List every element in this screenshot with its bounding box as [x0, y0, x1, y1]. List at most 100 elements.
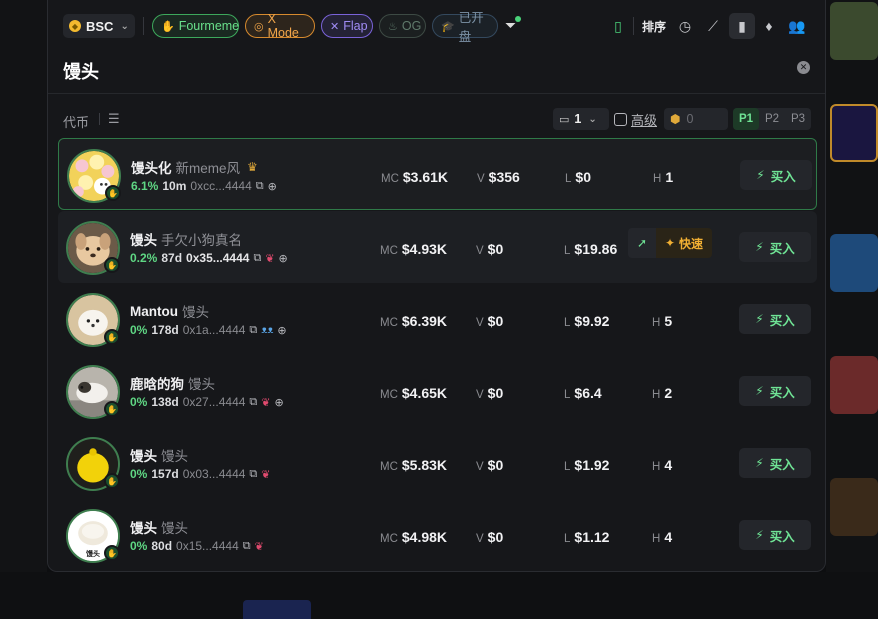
toolbar: ◆ BSC ⌄ ✋ Fourmeme ◎ X Mode ✕ Flap ♨ OG … — [48, 0, 825, 52]
feather-icon[interactable]: ❦ — [255, 540, 264, 553]
bolt-icon: ⚡ — [755, 528, 764, 542]
rocket-icon[interactable]: ➚ — [628, 228, 656, 258]
preset-p2[interactable]: P2 — [759, 108, 785, 130]
chip-opened[interactable]: 🎓 已开盘 — [432, 11, 498, 44]
page-count-select[interactable]: ▭ 1 ⌄ — [553, 108, 609, 130]
token-subtitle: 馒头 — [182, 305, 209, 320]
copy-icon[interactable]: ⧉ — [249, 396, 257, 409]
stat-key: V — [476, 533, 484, 545]
community-icon[interactable]: ᴥᴥ — [261, 325, 273, 336]
amount-value: 0 — [686, 112, 694, 126]
stat-key: V — [476, 461, 484, 473]
background-left-column — [0, 0, 47, 619]
copy-icon[interactable]: ⧉ — [249, 324, 257, 337]
feather-icon[interactable]: ❦ — [261, 396, 270, 409]
percent: 0.2% — [130, 251, 158, 265]
advanced-checkbox[interactable] — [614, 113, 627, 126]
copy-icon[interactable]: ⧉ — [249, 468, 257, 481]
feather-icon[interactable]: ❦ — [265, 252, 274, 265]
search-modal: ◆ BSC ⌄ ✋ Fourmeme ◎ X Mode ✕ Flap ♨ OG … — [47, 0, 826, 572]
background-thumbnail — [243, 600, 311, 619]
volume: $0 — [487, 241, 504, 257]
buy-button[interactable]: ⚡ 买入 — [739, 448, 811, 478]
stat-key: L — [565, 173, 572, 185]
background-tile — [830, 2, 878, 60]
filter-active-dot — [515, 16, 521, 22]
bolt-icon: ⚡ — [755, 384, 764, 398]
buy-button[interactable]: ⚡ 买入 — [740, 160, 812, 190]
table-row[interactable]: ✋ Mantou 馒头 0% 178d 0x1a...4444 ⧉ ᴥᴥ ⊕ M… — [58, 283, 817, 355]
table-row[interactable]: ✋ 馒头化 新meme风 ♛ 6.1% 10m 0xcc...4444 ⧉ ⊕ … — [58, 138, 817, 210]
globe-icon[interactable]: ⊕ — [268, 180, 277, 193]
chip-x-mode[interactable]: ◎ X Mode — [245, 12, 315, 40]
stat-key: MC — [380, 389, 398, 401]
buy-label: 买入 — [769, 529, 795, 544]
folder-icon: ▭ — [559, 113, 570, 126]
liquidity: $1.12 — [574, 529, 610, 545]
page-count-value: 1 — [574, 112, 582, 126]
holders: 4 — [664, 529, 673, 545]
copy-icon[interactable]: ⧉ — [253, 252, 261, 265]
divider — [99, 113, 100, 125]
preset-p1[interactable]: P1 — [733, 108, 759, 130]
token-name: 馒头 — [130, 521, 157, 536]
clear-icon[interactable]: ✕ — [797, 61, 810, 74]
table-row[interactable]: 馒头 ✋ 馒头 馒头 0% 80d 0x15...4444 ⧉ ❦ MC $4.9… — [58, 499, 817, 571]
search-row: ✕ — [48, 52, 825, 94]
hand-icon: ✋ — [161, 20, 175, 33]
feather-icon[interactable]: ❦ — [261, 468, 270, 481]
line-chart-icon[interactable]: ⟋ — [703, 16, 723, 36]
token-subtitle: 馒头 — [161, 521, 188, 536]
copy-icon[interactable]: ⧉ — [243, 540, 251, 553]
fourmeme-badge-icon: ✋ — [104, 257, 120, 273]
contract-address: 0x27...4444 — [182, 395, 246, 409]
stat-key: MC — [381, 173, 399, 185]
volume: $0 — [487, 457, 504, 473]
chain-label: BSC — [86, 18, 114, 34]
buy-button[interactable]: ⚡ 买入 — [739, 520, 811, 550]
contract-address: 0x35...4444 — [186, 251, 250, 265]
globe-icon[interactable]: ⊕ — [279, 252, 288, 265]
stat-key: V — [476, 389, 484, 401]
token-subtitle: 馒头 — [188, 377, 215, 392]
chip-fourmeme[interactable]: ✋ Fourmeme — [152, 14, 239, 38]
table-row[interactable]: ✋ 馒头 手欠小狗真名 0.2% 87d 0x35...4444 ⧉ ❦ ⊕ M… — [58, 211, 817, 283]
chip-flap[interactable]: ✕ Flap — [321, 14, 373, 38]
chain-selector[interactable]: ◆ BSC ⌄ — [63, 14, 135, 38]
chip-label: Fourmeme — [178, 19, 240, 33]
sort-icon[interactable]: ☰ — [108, 111, 120, 127]
table-row[interactable]: ✋ 鹿晗的狗 馒头 0% 138d 0x27...4444 ⧉ ❦ ⊕ MC $4… — [58, 355, 817, 427]
globe-icon[interactable]: ⊕ — [277, 324, 286, 337]
users-icon[interactable]: 👥 — [787, 16, 807, 36]
buy-button[interactable]: ⚡ 买入 — [739, 232, 811, 262]
coin-tab-label[interactable]: 代币 — [63, 112, 89, 131]
amount-input[interactable]: ⬢ 0 — [664, 108, 728, 130]
bar-chart-icon[interactable]: ▮ — [729, 13, 755, 39]
table-row[interactable]: ✋ 馒头 馒头 0% 157d 0x03...4444 ⧉ ❦ MC $5.83K… — [58, 427, 817, 499]
fast-buy-button[interactable]: ✦ 快速 — [656, 228, 712, 258]
chip-label: 已开盘 — [458, 11, 484, 44]
preset-group: P1 P2 P3 — [733, 108, 811, 130]
buy-button[interactable]: ⚡ 买入 — [739, 304, 811, 334]
clipboard-icon[interactable]: ▯ — [608, 16, 628, 36]
clock-icon[interactable]: ◷ — [675, 16, 695, 36]
copy-icon[interactable]: ⧉ — [256, 180, 264, 193]
percent: 0% — [130, 467, 148, 481]
background-bottom-strip — [0, 572, 878, 619]
stat-key: MC — [380, 317, 398, 329]
chip-og[interactable]: ♨ OG — [379, 14, 426, 38]
preset-p3[interactable]: P3 — [785, 108, 811, 130]
token-name: 鹿晗的狗 — [130, 377, 184, 392]
advanced-toggle[interactable]: 高级 — [614, 110, 657, 129]
liquidity: $19.86 — [574, 241, 618, 257]
globe-icon[interactable]: ⊕ — [275, 396, 284, 409]
divider — [143, 17, 144, 35]
chip-label: X Mode — [267, 12, 299, 40]
drop-icon[interactable]: ♦ — [759, 16, 779, 36]
bolt-icon: ⚡ — [755, 240, 764, 254]
search-input[interactable] — [63, 56, 763, 86]
bolt-icon: ⚡ — [755, 456, 764, 470]
buy-button[interactable]: ⚡ 买入 — [739, 376, 811, 406]
stat-key: V — [477, 173, 485, 185]
market-cap: $6.39K — [401, 313, 448, 329]
